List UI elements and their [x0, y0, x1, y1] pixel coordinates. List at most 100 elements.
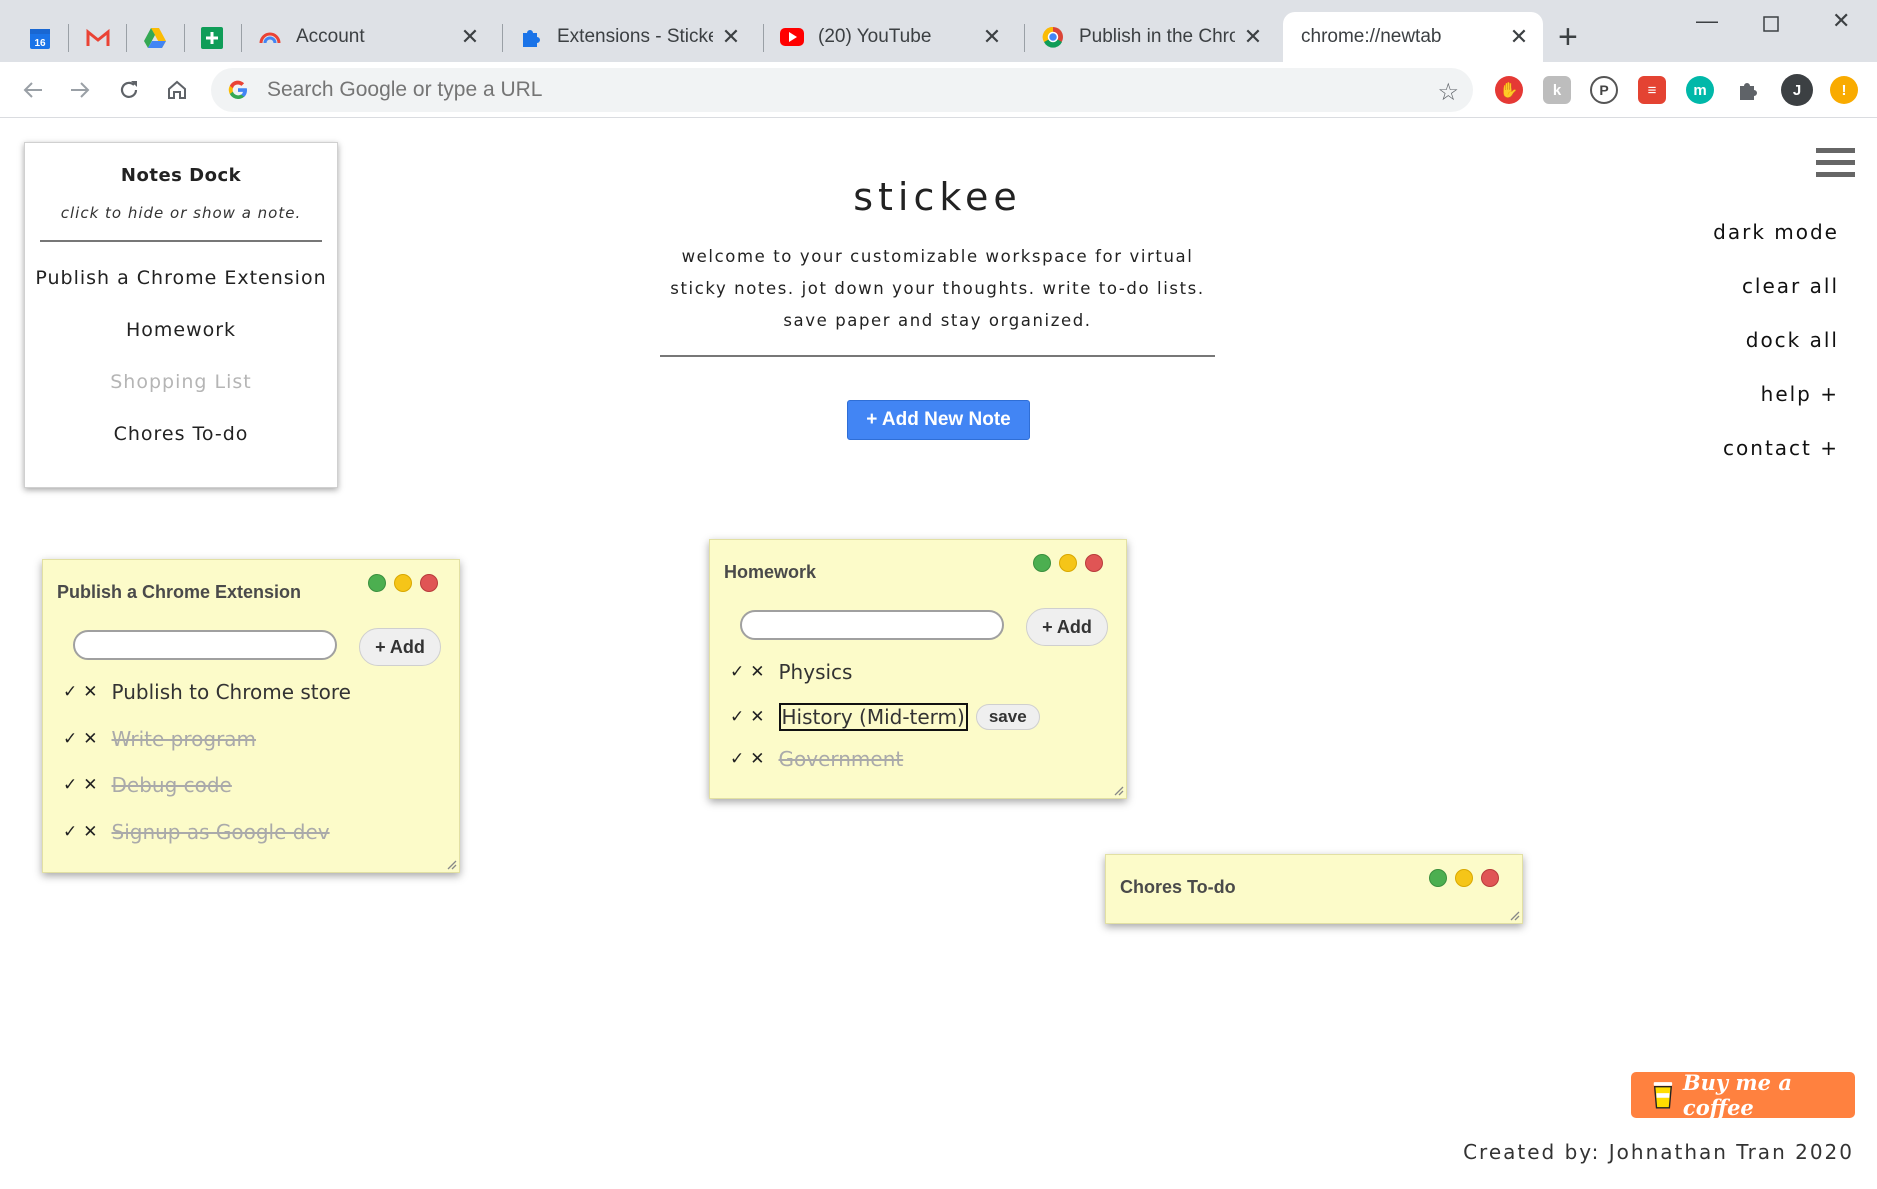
note-item-input[interactable]	[740, 610, 1004, 640]
list-item-text[interactable]: Signup as Google dev	[112, 820, 330, 844]
tab-youtube[interactable]: (20) YouTube ✕	[766, 12, 1016, 62]
dock-subtitle: click to hide or show a note.	[60, 204, 302, 222]
check-icon[interactable]: ✓	[63, 822, 77, 842]
tab-google-calendar[interactable]: 16	[20, 18, 60, 58]
close-window-icon[interactable]: ✕	[1832, 8, 1850, 34]
new-tab-button[interactable]: +	[1558, 20, 1578, 54]
todoist-icon[interactable]: ≡	[1638, 76, 1666, 104]
tab-publish-chrome[interactable]: Publish in the Chrome ✕	[1027, 12, 1277, 62]
edit-note-icon[interactable]	[368, 574, 386, 592]
menu-help[interactable]: help +	[1713, 382, 1839, 436]
list-item-text[interactable]: Publish to Chrome store	[112, 680, 351, 704]
tab-newtab[interactable]: chrome://newtab ✕	[1283, 12, 1543, 62]
note-item-input[interactable]	[73, 630, 337, 660]
note-add-button[interactable]: + Add	[1026, 608, 1108, 646]
close-note-icon[interactable]	[1085, 554, 1103, 572]
back-button[interactable]	[17, 74, 49, 106]
list-item-text[interactable]: Write program	[112, 727, 257, 751]
minimize-note-icon[interactable]	[1455, 869, 1473, 887]
resize-handle-icon[interactable]	[1508, 909, 1520, 921]
close-tab-icon[interactable]: ✕	[721, 24, 741, 50]
edit-note-icon[interactable]	[1429, 869, 1447, 887]
dock-title: Notes Dock	[120, 165, 242, 186]
youtube-icon	[780, 25, 804, 49]
edit-note-icon[interactable]	[1033, 554, 1051, 572]
update-alert-icon[interactable]: !	[1830, 76, 1858, 104]
menu-dock-all[interactable]: dock all	[1713, 328, 1839, 382]
google-account-icon	[258, 25, 282, 49]
delete-icon[interactable]: ✕	[83, 822, 97, 842]
adblock-extension-icon[interactable]: ✋	[1495, 76, 1523, 104]
list-item-text[interactable]: Debug code	[112, 773, 232, 797]
delete-icon[interactable]: ✕	[83, 682, 97, 702]
tagline: welcome to your customizable workspace f…	[670, 247, 1205, 330]
check-icon[interactable]: ✓	[730, 707, 744, 727]
close-note-icon[interactable]	[1481, 869, 1499, 887]
dock-item-shopping-list[interactable]: Shopping List	[25, 356, 337, 408]
check-icon[interactable]: ✓	[730, 749, 744, 769]
dock-item-homework[interactable]: Homework	[25, 304, 337, 356]
sticky-note-homework[interactable]: Homework + Add ✓ ✕ Physics ✓ ✕ History (Mi…	[709, 539, 1127, 799]
close-tab-icon[interactable]: ✕	[460, 24, 480, 50]
tab-extensions[interactable]: Extensions - Stickee ✕	[505, 12, 755, 62]
note-title: Homework	[724, 562, 817, 582]
menu-clear-all[interactable]: clear all	[1713, 274, 1839, 328]
forward-button[interactable]	[64, 74, 96, 106]
m-extension-icon[interactable]: m	[1686, 76, 1714, 104]
tab-account[interactable]: Account ✕	[244, 12, 494, 62]
delete-icon[interactable]: ✕	[750, 662, 764, 682]
maximize-window-icon[interactable]	[1763, 12, 1779, 38]
list-item-text[interactable]: Government	[779, 747, 904, 771]
minimize-window-icon[interactable]: —	[1696, 8, 1718, 34]
check-icon[interactable]: ✓	[63, 729, 77, 749]
delete-icon[interactable]: ✕	[750, 707, 764, 727]
resize-handle-icon[interactable]	[445, 858, 457, 870]
home-icon	[168, 80, 186, 99]
tab-google-drive[interactable]	[135, 18, 175, 58]
extensions-puzzle-icon[interactable]	[1734, 76, 1762, 104]
dock-item-publish-chrome[interactable]: Publish a Chrome Extension	[25, 252, 337, 304]
check-icon[interactable]: ✓	[63, 775, 77, 795]
list-item-text[interactable]: Physics	[779, 660, 853, 684]
close-tab-icon[interactable]: ✕	[1509, 24, 1529, 50]
list-item-edit-field[interactable]: History (Mid-term)	[778, 703, 968, 731]
home-button[interactable]	[161, 74, 193, 106]
hamburger-menu-icon[interactable]	[1816, 148, 1855, 184]
close-tab-icon[interactable]: ✕	[982, 24, 1002, 50]
note-title: Publish a Chrome Extension	[57, 582, 302, 602]
save-item-button[interactable]: save	[975, 704, 1040, 730]
pinterest-icon[interactable]: P	[1590, 76, 1618, 104]
page-header: stickee welcome to your customizable wor…	[660, 175, 1215, 357]
puzzle-icon	[519, 25, 543, 49]
resize-handle-icon[interactable]	[1112, 784, 1124, 796]
tab-google-sheets[interactable]	[192, 18, 232, 58]
sticky-note-chores[interactable]: Chores To-do	[1105, 854, 1523, 924]
reload-button[interactable]	[113, 74, 145, 106]
bookmark-star-icon[interactable]: ☆	[1437, 78, 1459, 107]
note-add-button[interactable]: + Add	[359, 628, 441, 666]
menu-contact[interactable]: contact +	[1713, 436, 1839, 490]
dock-item-chores[interactable]: Chores To-do	[25, 408, 337, 460]
profile-avatar[interactable]: J	[1781, 74, 1813, 106]
omnibox[interactable]: ☆	[211, 68, 1473, 112]
add-new-note-button[interactable]: + Add New Note	[847, 400, 1030, 440]
list-item: ✓ ✕ Government	[730, 747, 903, 771]
check-icon[interactable]: ✓	[63, 682, 77, 702]
sticky-note-publish-chrome[interactable]: Publish a Chrome Extension + Add ✓ ✕ Publ…	[42, 559, 460, 873]
minimize-note-icon[interactable]	[394, 574, 412, 592]
omnibox-input[interactable]	[265, 77, 1405, 103]
check-icon[interactable]: ✓	[730, 662, 744, 682]
gray-extension-icon[interactable]: k	[1543, 76, 1571, 104]
close-note-icon[interactable]	[420, 574, 438, 592]
delete-icon[interactable]: ✕	[83, 775, 97, 795]
close-tab-icon[interactable]: ✕	[1243, 24, 1263, 50]
delete-icon[interactable]: ✕	[750, 749, 764, 769]
list-item: ✓ ✕ Debug code	[63, 773, 232, 797]
menu-dark-mode[interactable]: dark mode	[1713, 220, 1839, 274]
tab-gmail[interactable]	[78, 18, 118, 58]
minimize-note-icon[interactable]	[1059, 554, 1077, 572]
delete-icon[interactable]: ✕	[83, 729, 97, 749]
buy-me-a-coffee-button[interactable]: Buy me a coffee	[1631, 1070, 1855, 1120]
google-g-icon	[228, 80, 248, 100]
tab-title: Extensions - Stickee	[557, 26, 713, 47]
